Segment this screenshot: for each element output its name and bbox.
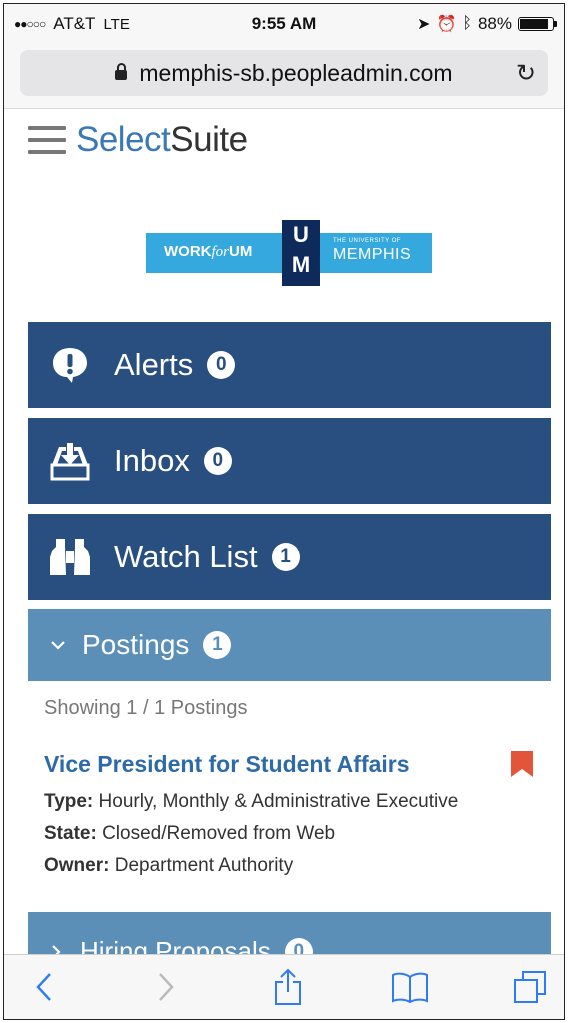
postings-section-header[interactable]: Postings 1 bbox=[28, 609, 551, 681]
posting-state: State: Closed/Removed from Web bbox=[44, 823, 335, 845]
alarm-clock-icon: ⏰ bbox=[436, 16, 457, 33]
browser-address-area: memphis-sb.peopleadmin.com ↻ bbox=[4, 46, 564, 109]
lock-icon bbox=[115, 63, 128, 80]
reload-icon[interactable]: ↻ bbox=[516, 59, 536, 88]
brand-select: Select bbox=[76, 120, 171, 159]
bluetooth-icon: ᛒ bbox=[462, 15, 472, 32]
alerts-panel[interactable]: Alerts 0 bbox=[28, 322, 551, 408]
bookmark-icon[interactable] bbox=[510, 751, 534, 777]
watchlist-count-badge: 1 bbox=[271, 543, 300, 571]
inbox-download-icon bbox=[48, 439, 92, 483]
phone-screen: ●●○○○ AT&T LTE 9:55 AM ➤ ⏰ ᛒ 88% memphis… bbox=[3, 3, 565, 1020]
posting-owner-label: Owner: bbox=[44, 855, 110, 876]
bookmarks-icon[interactable] bbox=[388, 967, 432, 1007]
posting-state-label: State: bbox=[44, 823, 97, 844]
posting-title-link[interactable]: Vice President for Student Affairs bbox=[44, 751, 410, 778]
brand-suite: Suite bbox=[170, 120, 248, 159]
address-bar[interactable]: memphis-sb.peopleadmin.com ↻ bbox=[20, 50, 548, 96]
speech-exclamation-icon bbox=[48, 343, 92, 387]
inbox-panel[interactable]: Inbox 0 bbox=[28, 418, 551, 504]
inbox-label: Inbox bbox=[114, 443, 190, 478]
inbox-count-badge: 0 bbox=[203, 447, 232, 475]
chevron-down-icon bbox=[50, 634, 66, 657]
watchlist-label: Watch List bbox=[114, 539, 258, 574]
watchlist-panel[interactable]: Watch List 1 bbox=[28, 514, 551, 600]
brand-logo[interactable]: SelectSuite bbox=[76, 120, 248, 160]
postings-showing-count: Showing 1 / 1 Postings bbox=[44, 697, 248, 719]
logo-memphis-text: MEMPHIS bbox=[333, 246, 412, 263]
posting-owner: Owner: Department Authority bbox=[44, 855, 293, 877]
app-header: SelectSuite bbox=[4, 110, 564, 170]
logo-work-text: WORKforUM bbox=[164, 243, 253, 260]
posting-state-value: Closed/Removed from Web bbox=[102, 823, 336, 844]
location-arrow-icon: ➤ bbox=[417, 16, 431, 33]
posting-owner-value: Department Authority bbox=[114, 855, 294, 876]
postings-label: Postings bbox=[82, 629, 190, 660]
battery-percent: 88% bbox=[477, 14, 512, 33]
alerts-label: Alerts bbox=[114, 347, 194, 382]
url-text: memphis-sb.peopleadmin.com bbox=[139, 59, 453, 86]
forward-icon[interactable] bbox=[146, 967, 186, 1007]
battery-fill bbox=[520, 19, 548, 29]
share-icon[interactable] bbox=[268, 967, 308, 1007]
tabs-icon[interactable] bbox=[510, 967, 550, 1007]
status-bar: ●●○○○ AT&T LTE 9:55 AM ➤ ⏰ ᛒ 88% bbox=[4, 4, 564, 46]
postings-count-badge: 1 bbox=[203, 631, 232, 659]
back-icon[interactable] bbox=[24, 967, 64, 1007]
posting-type: Type: Hourly, Monthly & Administrative E… bbox=[44, 791, 458, 813]
university-logo: WORKforUM U M THE UNIVERSITY OF MEMPHIS bbox=[146, 216, 432, 286]
battery-icon bbox=[518, 17, 557, 31]
binoculars-icon bbox=[48, 535, 92, 579]
posting-type-value: Hourly, Monthly & Administrative Executi… bbox=[98, 791, 459, 812]
alerts-count-badge: 0 bbox=[207, 351, 236, 379]
browser-toolbar bbox=[4, 954, 564, 1019]
logo-um-block: U M bbox=[282, 220, 320, 286]
logo-university-text: THE UNIVERSITY OF bbox=[333, 238, 402, 244]
posting-type-label: Type: bbox=[44, 791, 94, 812]
menu-icon[interactable] bbox=[28, 126, 66, 154]
